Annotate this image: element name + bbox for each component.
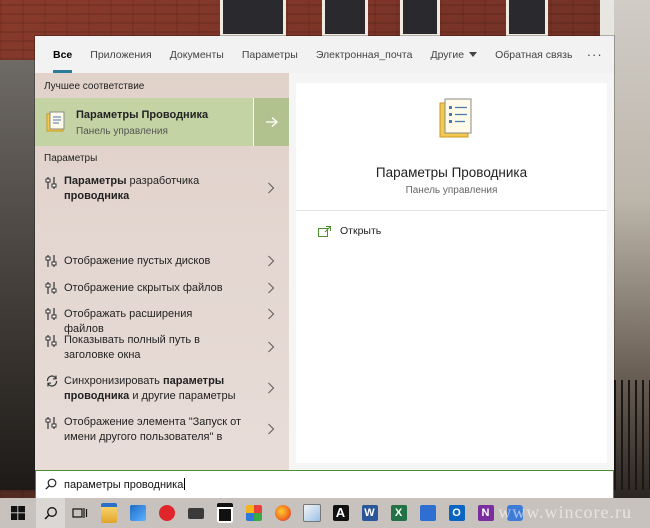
chevron-right-icon bbox=[268, 182, 275, 194]
task-view-icon bbox=[71, 508, 87, 518]
taskbar-app[interactable]: X bbox=[384, 498, 413, 528]
tab-more-label: Другие bbox=[430, 48, 465, 61]
chevron-right-icon bbox=[268, 423, 275, 435]
apps-grid-icon bbox=[245, 505, 262, 521]
folder-options-icon bbox=[46, 111, 65, 132]
tab-settings[interactable]: Параметры bbox=[233, 36, 307, 73]
taskbar-app[interactable] bbox=[181, 498, 210, 528]
best-match-title: Параметры Проводника bbox=[76, 109, 209, 121]
list-item[interactable]: Показывать полный путь в заголовке окна bbox=[35, 331, 289, 365]
taskbar-app[interactable] bbox=[268, 498, 297, 528]
results-list: Лучшее соответствие Параметры Проводника… bbox=[35, 73, 290, 470]
taskbar-app[interactable] bbox=[152, 498, 181, 528]
taskbar-app[interactable] bbox=[297, 498, 326, 528]
store-icon bbox=[216, 503, 233, 523]
taskbar-app[interactable] bbox=[123, 498, 152, 528]
firefox-icon bbox=[274, 505, 291, 521]
detail-pane: Параметры Проводника Панель управления О… bbox=[289, 73, 614, 470]
taskbar-app[interactable] bbox=[94, 498, 123, 528]
list-item-label: Отображение элемента "Запуск от имени др… bbox=[64, 416, 242, 443]
open-action[interactable]: Открыть bbox=[318, 225, 381, 237]
search-icon bbox=[45, 478, 57, 490]
chevron-right-icon bbox=[268, 341, 275, 353]
watermark: www.wincore.ru bbox=[498, 502, 632, 522]
settings-sliders-icon bbox=[45, 282, 57, 294]
arrow-right-icon bbox=[266, 117, 278, 127]
a-app-icon: A bbox=[332, 505, 349, 521]
tab-all[interactable]: Все bbox=[44, 36, 81, 73]
settings-heading: Параметры bbox=[44, 153, 98, 164]
list-item-label: Параметры разработчика проводника bbox=[64, 175, 200, 202]
detail-card: Параметры Проводника Панель управления О… bbox=[296, 83, 607, 463]
list-item-label: Отображение скрытых файлов bbox=[64, 282, 223, 294]
task-view-button[interactable] bbox=[65, 498, 94, 528]
open-icon bbox=[318, 225, 331, 237]
taskbar-app[interactable] bbox=[413, 498, 442, 528]
list-item[interactable]: Отображение элемента "Запуск от имени др… bbox=[35, 413, 289, 447]
settings-sliders-icon bbox=[45, 417, 57, 429]
open-label: Открыть bbox=[340, 225, 382, 237]
settings-sliders-icon bbox=[45, 177, 57, 189]
divider bbox=[296, 210, 607, 211]
list-item[interactable]: Отображение пустых дисков bbox=[35, 251, 289, 275]
start-button[interactable] bbox=[0, 498, 36, 528]
detail-title: Параметры Проводника bbox=[375, 165, 528, 180]
tab-documents[interactable]: Документы bbox=[161, 36, 233, 73]
settings-sliders-icon bbox=[45, 255, 57, 267]
settings-sliders-icon bbox=[45, 335, 57, 347]
folder-options-icon bbox=[439, 98, 472, 138]
best-match-subtitle: Панель управления bbox=[76, 126, 168, 137]
chevron-right-icon bbox=[268, 282, 275, 294]
onenote-icon bbox=[419, 505, 436, 521]
vivaldi-icon bbox=[158, 505, 175, 521]
list-item-label: Отображение пустых дисков bbox=[64, 255, 211, 267]
more-options-button[interactable]: ··· bbox=[581, 47, 608, 62]
excel-icon: X bbox=[390, 505, 407, 521]
feedback-link[interactable]: Обратная связь bbox=[486, 36, 581, 73]
search-input[interactable]: параметры проводника bbox=[35, 470, 614, 499]
detail-subtitle: Панель управления bbox=[405, 185, 498, 196]
taskbar-app[interactable]: A bbox=[326, 498, 355, 528]
best-match-main[interactable]: Параметры Проводника Панель управления bbox=[35, 98, 253, 146]
settings-sliders-icon bbox=[45, 308, 57, 320]
list-item[interactable]: Отображение скрытых файлов bbox=[35, 278, 289, 302]
chevron-right-icon bbox=[268, 382, 275, 394]
tab-apps[interactable]: Приложения bbox=[81, 36, 160, 73]
outlook-icon: O bbox=[448, 505, 465, 521]
paint-icon bbox=[302, 504, 321, 522]
search-icon bbox=[43, 507, 57, 520]
list-item-label: Показывать полный путь в заголовке окна bbox=[64, 334, 201, 361]
open-details-button[interactable] bbox=[253, 98, 290, 146]
file-explorer-icon bbox=[100, 503, 117, 523]
word-icon: W bbox=[361, 505, 378, 521]
sync-icon bbox=[46, 375, 58, 387]
chevron-right-icon bbox=[268, 308, 275, 320]
tab-email[interactable]: Электронная_почта bbox=[307, 36, 422, 73]
list-item[interactable]: Отображать расширения файлов bbox=[35, 304, 289, 335]
taskbar-app[interactable]: O bbox=[442, 498, 471, 528]
filter-tabs: Все Приложения Документы Параметры Элект… bbox=[35, 36, 614, 73]
photos-icon bbox=[129, 505, 146, 521]
taskbar-app[interactable] bbox=[210, 498, 239, 528]
tab-more-dropdown[interactable]: Другие bbox=[421, 36, 486, 73]
onenote-purple-icon: N bbox=[477, 505, 494, 521]
mail-icon bbox=[187, 507, 204, 519]
best-match-result[interactable]: Параметры Проводника Панель управления bbox=[35, 98, 290, 146]
taskbar-app[interactable]: W bbox=[355, 498, 384, 528]
best-match-heading: Лучшее соответствие bbox=[44, 81, 145, 92]
search-input-value: параметры проводника bbox=[64, 478, 186, 491]
windows-start-icon bbox=[11, 506, 25, 520]
caret-down-icon bbox=[469, 52, 478, 57]
list-item[interactable]: Параметры разработчика проводника bbox=[35, 172, 289, 206]
taskbar-app[interactable]: N bbox=[471, 498, 500, 528]
list-item[interactable]: Синхронизировать параметры проводника и … bbox=[35, 372, 289, 406]
taskbar-app[interactable] bbox=[239, 498, 268, 528]
taskbar-search-button[interactable] bbox=[36, 498, 65, 528]
search-panel: Все Приложения Документы Параметры Элект… bbox=[35, 36, 614, 470]
chevron-right-icon bbox=[268, 255, 275, 267]
list-item-label: Синхронизировать параметры проводника и … bbox=[64, 375, 236, 402]
